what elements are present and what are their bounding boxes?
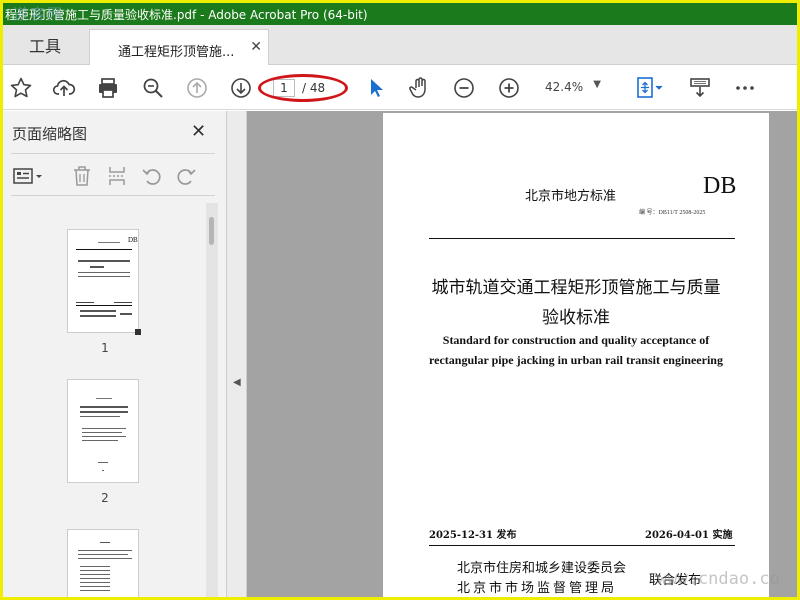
chevron-down-icon: ▼: [593, 79, 601, 90]
sidebar-scrollbar[interactable]: [206, 203, 218, 597]
zoom-search-icon[interactable]: [140, 75, 166, 101]
zoom-value: 42.4%: [545, 80, 584, 94]
sidebar-close-icon[interactable]: ✕: [191, 121, 206, 142]
acrobat-window: 程矩形顶管施工与质量验收标准.pdf - Adobe Acrobat Pro (…: [3, 3, 797, 597]
sidebar-collapse-strip[interactable]: ◀: [227, 111, 247, 597]
doc-title-line-1: 城市轨道交通工程矩形顶管施工与质量: [431, 278, 721, 298]
tab-document-label: 通工程矩形顶管施...: [118, 45, 235, 60]
thumbnail-page-3[interactable]: [67, 529, 139, 597]
document-viewport: 北京市地方标准 DB 编 号：DB11/T 2508-2025 城市轨道交通工程…: [247, 111, 797, 597]
more-icon[interactable]: [732, 75, 758, 101]
watermark-top: 道客网: [13, 5, 65, 23]
tab-document[interactable]: 通工程矩形顶管施... ✕: [89, 29, 269, 66]
zoom-select[interactable]: 42.4% ▼: [543, 79, 603, 97]
thumbnail-options-icon[interactable]: [11, 163, 45, 189]
thumbnail-number: 2: [101, 491, 109, 505]
divider: [11, 153, 215, 154]
thumbnail-number: 1: [101, 341, 109, 355]
thumb-db-mark: DB: [128, 236, 138, 244]
scroll-mode-icon[interactable]: [687, 75, 713, 101]
page-up-icon[interactable]: [184, 75, 210, 101]
zoom-in-icon[interactable]: [496, 75, 522, 101]
doc-header-cn: 北京市地方标准: [525, 189, 617, 204]
thumbnail-page-2[interactable]: [67, 379, 139, 483]
trash-icon[interactable]: [69, 163, 95, 189]
toolbar: 1 / 48 42.4% ▼: [3, 65, 797, 110]
doc-code: 编 号：DB11/T 2508-2025: [639, 210, 706, 216]
thumbnail-list: DB 1 2: [3, 203, 219, 597]
doc-publisher-2: 北京市市场监督管理局: [457, 581, 618, 596]
pdf-page: 北京市地方标准 DB 编 号：DB11/T 2508-2025 城市轨道交通工程…: [383, 113, 769, 597]
hand-icon[interactable]: [407, 75, 433, 101]
highlight-ring: [258, 74, 348, 102]
divider: [11, 195, 215, 196]
doc-db-mark: DB: [703, 173, 737, 199]
select-cursor-icon[interactable]: [363, 75, 389, 101]
doc-english-line-1: Standard for construction and quality ac…: [442, 333, 710, 347]
tab-tools[interactable]: 工具: [3, 25, 87, 65]
doc-rule: [429, 238, 735, 239]
rotate-right-icon[interactable]: [173, 163, 199, 189]
watermark-bottom: www.cndao.co: [657, 569, 780, 589]
page-down-icon[interactable]: [228, 75, 254, 101]
page-fit-icon[interactable]: [631, 75, 667, 101]
doc-issue-date: 2025-12-31 发布: [429, 530, 517, 541]
tab-close-icon[interactable]: ✕: [250, 39, 262, 55]
print-icon[interactable]: [95, 75, 121, 101]
insert-page-icon[interactable]: [104, 163, 130, 189]
sidebar-toolbar: [3, 161, 227, 191]
title-bar: 程矩形顶管施工与质量验收标准.pdf - Adobe Acrobat Pro (…: [3, 3, 797, 25]
collapse-left-icon[interactable]: ◀: [233, 377, 241, 388]
doc-title-line-2: 验收标准: [542, 308, 610, 328]
star-icon[interactable]: [8, 75, 34, 101]
sidebar-title: 页面缩略图: [12, 125, 88, 143]
doc-implementation-date: 2026-04-01 实施: [645, 530, 733, 541]
doc-rule: [429, 545, 735, 546]
zoom-out-icon[interactable]: [451, 75, 477, 101]
tab-row: 工具 通工程矩形顶管施... ✕: [3, 25, 797, 66]
thumbnail-page-1[interactable]: DB: [67, 229, 141, 335]
upload-cloud-icon[interactable]: [51, 75, 77, 101]
doc-english-line-2: rectangular pipe jacking in urban rail t…: [429, 353, 723, 367]
rotate-left-icon[interactable]: [139, 163, 165, 189]
doc-publisher-1: 北京市住房和城乡建设委员会: [457, 561, 627, 576]
scrollbar-thumb[interactable]: [209, 217, 214, 245]
thumbnail-sidebar: 页面缩略图 ✕ DB 1 2: [3, 111, 227, 597]
